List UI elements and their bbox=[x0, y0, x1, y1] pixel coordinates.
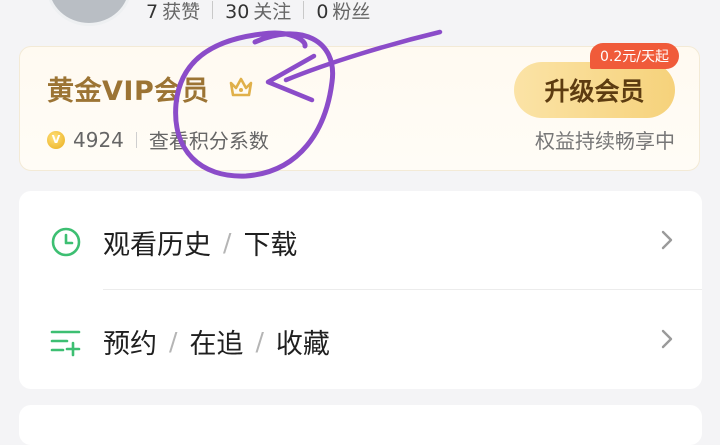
stat-likes-count: 7 bbox=[146, 0, 159, 23]
label-separator: / bbox=[223, 228, 232, 257]
clock-icon bbox=[51, 227, 81, 257]
following-shows-label[interactable]: 在追 bbox=[189, 322, 243, 361]
stat-following-count: 30 bbox=[225, 0, 250, 23]
next-card bbox=[19, 405, 702, 445]
reservation-label[interactable]: 预约 bbox=[103, 322, 157, 361]
stat-followers-label: 粉丝 bbox=[332, 0, 371, 23]
stat-likes-label: 获赞 bbox=[162, 0, 201, 23]
profile-header: 7 获赞 30 关注 0 粉丝 bbox=[0, 0, 720, 34]
chevron-right-icon bbox=[661, 329, 673, 349]
menu-item-subscriptions[interactable]: 预约 / 在追 / 收藏 bbox=[19, 290, 702, 389]
points-divider bbox=[135, 131, 137, 148]
stat-divider bbox=[212, 1, 214, 19]
profile-stats: 7 获赞 30 关注 0 粉丝 bbox=[146, 0, 370, 26]
label-separator: / bbox=[255, 327, 264, 356]
download-label[interactable]: 下载 bbox=[243, 223, 297, 262]
menu-item-history-label: 观看历史 / 下载 bbox=[103, 223, 297, 262]
upgrade-button[interactable]: 升级会员 bbox=[514, 62, 675, 118]
stat-following[interactable]: 30 关注 bbox=[225, 0, 291, 24]
points-value: 4924 bbox=[73, 127, 124, 152]
coin-icon: V bbox=[47, 130, 65, 149]
avatar[interactable] bbox=[46, 0, 132, 26]
stat-followers[interactable]: 0 粉丝 bbox=[316, 0, 370, 24]
menu-item-history[interactable]: 观看历史 / 下载 bbox=[19, 191, 702, 290]
vip-title: 黄金VIP会员 bbox=[47, 76, 210, 107]
crown-icon bbox=[229, 77, 253, 97]
list-add-icon bbox=[50, 330, 81, 357]
favorites-label[interactable]: 收藏 bbox=[276, 322, 330, 361]
benefit-text: 权益持续畅享中 bbox=[535, 129, 675, 153]
price-badge: 0.2元/天起 bbox=[590, 43, 679, 69]
menu-item-subscriptions-label: 预约 / 在追 / 收藏 bbox=[103, 322, 330, 361]
history-label[interactable]: 观看历史 bbox=[103, 223, 211, 262]
chevron-right-icon bbox=[661, 230, 673, 250]
points-coefficient-link[interactable]: 查看积分系数 bbox=[149, 125, 269, 154]
stat-divider bbox=[303, 1, 305, 19]
label-separator: / bbox=[169, 327, 178, 356]
menu-card: 观看历史 / 下载 预约 / 在追 / 收藏 bbox=[19, 191, 702, 389]
stat-followers-count: 0 bbox=[316, 0, 329, 23]
points-row: V 4924 查看积分系数 bbox=[47, 125, 269, 154]
stat-following-label: 关注 bbox=[253, 0, 292, 23]
stat-likes[interactable]: 7 获赞 bbox=[146, 0, 200, 24]
vip-card[interactable]: 黄金VIP会员 V 4924 查看积分系数 升级会员 0.2元/天起 权益持续畅… bbox=[19, 43, 700, 171]
